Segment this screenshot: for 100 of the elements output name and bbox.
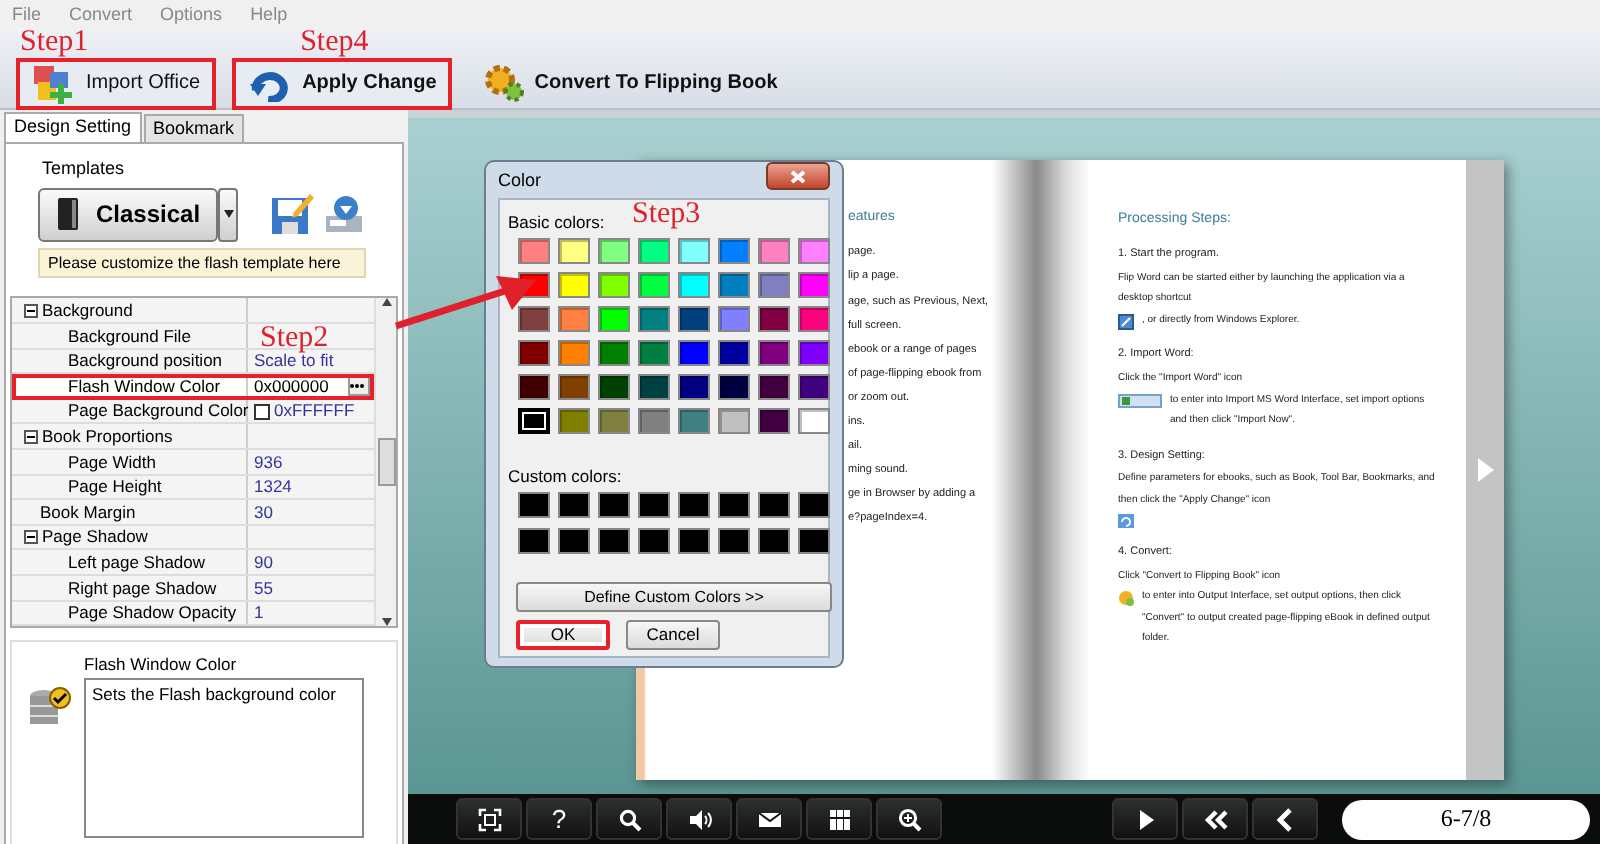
- step-label: Step4: [300, 27, 369, 57]
- color-swatch[interactable]: [798, 492, 830, 519]
- color-swatch[interactable]: [678, 306, 710, 333]
- color-swatch[interactable]: [518, 340, 550, 367]
- color-swatch[interactable]: [758, 374, 790, 401]
- color-swatch[interactable]: [678, 528, 710, 555]
- color-swatch[interactable]: [638, 408, 670, 435]
- color-swatch[interactable]: [518, 528, 550, 555]
- template-button[interactable]: Classical: [38, 187, 219, 242]
- toolbar-button[interactable]: Import Office: [16, 57, 217, 109]
- color-swatch[interactable]: [518, 408, 550, 435]
- description-title: Flash Window Color: [84, 654, 239, 675]
- color-swatch[interactable]: [518, 238, 550, 265]
- color-swatch[interactable]: [638, 340, 670, 367]
- player-button[interactable]: [666, 798, 732, 840]
- color-swatch[interactable]: [558, 408, 590, 435]
- color-swatch[interactable]: [518, 374, 550, 401]
- caret-icon: [223, 210, 234, 219]
- color-swatch[interactable]: [678, 272, 710, 299]
- color-swatch[interactable]: [518, 492, 550, 519]
- color-swatch[interactable]: [718, 238, 750, 265]
- color-swatch[interactable]: [598, 492, 630, 519]
- scroll-thumb[interactable]: [377, 438, 395, 487]
- color-swatch[interactable]: [798, 374, 830, 401]
- page-number-field[interactable]: 6-7/8: [1342, 799, 1590, 839]
- color-swatch[interactable]: [798, 238, 830, 265]
- player-button[interactable]: [1252, 798, 1318, 840]
- color-swatch[interactable]: [758, 528, 790, 555]
- color-swatch[interactable]: [678, 340, 710, 367]
- color-swatch[interactable]: [558, 340, 590, 367]
- color-swatch[interactable]: [678, 408, 710, 435]
- ellipsis-button[interactable]: [348, 375, 370, 396]
- dialog-button[interactable]: OK: [516, 619, 610, 650]
- color-swatch[interactable]: [798, 408, 830, 435]
- color-swatch[interactable]: [718, 306, 750, 333]
- color-swatch[interactable]: [598, 238, 630, 265]
- color-swatch[interactable]: [638, 374, 670, 401]
- toolbar-button[interactable]: Convert To Flipping Book: [468, 57, 794, 109]
- color-swatch[interactable]: [718, 408, 750, 435]
- color-swatch[interactable]: [678, 492, 710, 519]
- toolbar-button[interactable]: Apply Change: [232, 57, 453, 109]
- player-button[interactable]: [1182, 798, 1248, 840]
- color-swatch[interactable]: [598, 374, 630, 401]
- player-button[interactable]: [596, 798, 662, 840]
- color-swatch[interactable]: [638, 528, 670, 555]
- color-swatch[interactable]: [678, 374, 710, 401]
- color-swatch[interactable]: [758, 408, 790, 435]
- color-swatch[interactable]: [558, 528, 590, 555]
- collapse-icon[interactable]: [24, 303, 38, 318]
- color-swatch[interactable]: [598, 306, 630, 333]
- color-swatch[interactable]: [558, 492, 590, 519]
- color-swatch[interactable]: [598, 340, 630, 367]
- color-swatch[interactable]: [598, 528, 630, 555]
- color-swatch[interactable]: [758, 306, 790, 333]
- define-colors-button[interactable]: Define Custom Colors >>: [516, 582, 832, 613]
- color-swatch[interactable]: [758, 238, 790, 265]
- close-button[interactable]: [766, 162, 830, 190]
- color-swatch[interactable]: [798, 272, 830, 299]
- color-swatch[interactable]: [598, 272, 630, 299]
- color-swatch[interactable]: [758, 492, 790, 519]
- color-swatch[interactable]: [558, 238, 590, 265]
- color-swatch[interactable]: [638, 492, 670, 519]
- color-swatch[interactable]: [798, 340, 830, 367]
- color-swatch[interactable]: [718, 528, 750, 555]
- player-button[interactable]: [876, 798, 942, 840]
- color-swatch[interactable]: [638, 238, 670, 265]
- dropdown-button[interactable]: [218, 187, 238, 242]
- color-swatch[interactable]: [758, 340, 790, 367]
- color-swatch[interactable]: [558, 272, 590, 299]
- player-button[interactable]: [736, 798, 802, 840]
- color-swatch[interactable]: [678, 238, 710, 265]
- color-swatch[interactable]: [718, 492, 750, 519]
- scrollbar[interactable]: [374, 298, 396, 627]
- color-swatch[interactable]: [718, 374, 750, 401]
- color-swatch[interactable]: [718, 272, 750, 299]
- color-swatch[interactable]: [718, 340, 750, 367]
- color-swatch[interactable]: [558, 306, 590, 333]
- player-button[interactable]: [1112, 798, 1178, 840]
- player-button[interactable]: ?: [526, 798, 592, 840]
- more-icon: [350, 383, 364, 388]
- color-swatch[interactable]: [798, 528, 830, 555]
- color-swatch[interactable]: [798, 306, 830, 333]
- color-swatch[interactable]: [758, 272, 790, 299]
- gear-icon: [484, 63, 525, 103]
- property-value: 936: [254, 451, 283, 472]
- tab[interactable]: Bookmark: [143, 114, 245, 142]
- dialog-button[interactable]: Cancel: [626, 619, 720, 650]
- color-swatch[interactable]: [638, 306, 670, 333]
- color-swatch[interactable]: [638, 272, 670, 299]
- player-button[interactable]: [806, 798, 872, 840]
- property-value[interactable]: 0x000000: [254, 375, 329, 397]
- player-button[interactable]: [456, 798, 522, 840]
- color-swatch[interactable]: [598, 408, 630, 435]
- collapse-icon[interactable]: [24, 530, 38, 545]
- collapse-icon[interactable]: [24, 429, 38, 444]
- color-swatch[interactable]: [558, 374, 590, 401]
- property-name: Page Width: [68, 451, 156, 472]
- color-swatch[interactable]: [518, 306, 550, 333]
- tab[interactable]: Design Setting: [4, 112, 142, 142]
- search-icon: [617, 807, 641, 831]
